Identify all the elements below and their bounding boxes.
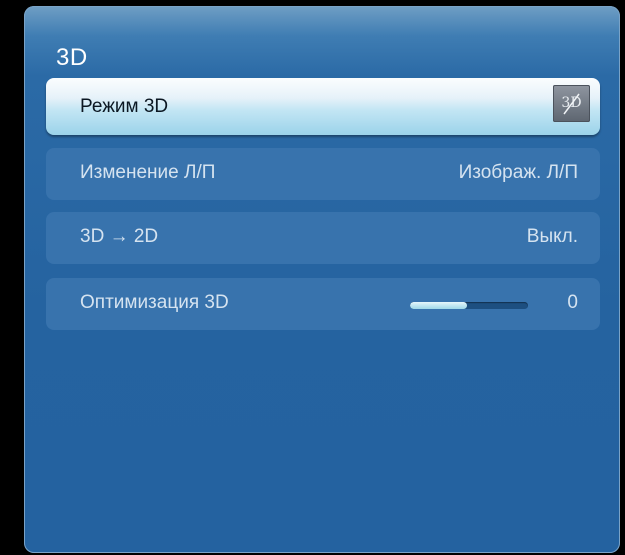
menu-item-label: Изменение Л/П [80,162,216,183]
slider-fill [410,302,467,309]
menu-item-label: Режим 3D [80,96,169,117]
menu-title: 3D [56,44,88,71]
menu-item-value: Выкл. [526,226,578,247]
3d-off-icon: 3D [553,85,590,122]
menu-item-3d-mode[interactable]: Режим 3D 3D [46,78,600,135]
optimization-slider[interactable] [410,302,528,309]
menu-item-3d-optimization[interactable]: Оптимизация 3D 0 [46,278,600,330]
menu-item-value: 0 [567,292,578,313]
menu-item-label: 3D → 2D [80,226,159,247]
menu-item-3d-to-2d[interactable]: 3D → 2D Выкл. [46,212,600,264]
menu-item-label: Оптимизация 3D [80,292,229,313]
menu-item-lr-change[interactable]: Изменение Л/П Изображ. Л/П [46,148,600,200]
menu-item-value: Изображ. Л/П [458,162,578,183]
